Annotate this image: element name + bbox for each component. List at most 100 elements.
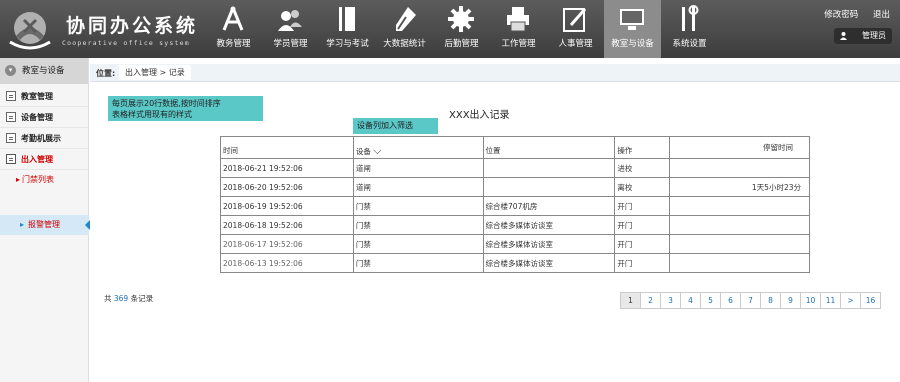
record-count-suffix: 条记录 [130, 294, 154, 303]
cell-time: 2018-06-19 19:52:06 [220, 196, 354, 216]
cell-time: 2018-06-18 19:52:06 [220, 215, 354, 235]
table-row[interactable]: 2018-06-21 19:52:06 道闸 进校 [220, 158, 810, 178]
cell-duration [669, 158, 810, 178]
top-links: 修改密码 退出 [812, 8, 890, 20]
page-button[interactable]: 10 [800, 292, 821, 309]
cell-location: 综合楼707机房 [482, 196, 616, 216]
sidebar-item-equipment[interactable]: 设备管理 [0, 107, 88, 128]
nav-study-exam[interactable]: 学习与考试 [319, 0, 376, 58]
book-icon [339, 7, 355, 31]
cell-action: 开门 [614, 253, 671, 273]
sidebar-item-attendance[interactable]: 考勤机展示 [0, 128, 88, 149]
sidebar-heading[interactable]: ▾ 教室与设备 [0, 58, 88, 84]
nav-label: 学员管理 [273, 39, 308, 49]
cell-location: 综合楼多媒体访谈室 [482, 215, 616, 235]
nav-work[interactable]: 工作管理 [490, 0, 547, 58]
table-row[interactable]: 2018-06-18 19:52:06 门禁 综合楼多媒体访谈室 开门 [220, 215, 810, 235]
page-button[interactable]: 3 [660, 292, 681, 309]
page-button[interactable]: 4 [680, 292, 701, 309]
compass-icon [222, 6, 244, 31]
list-icon [6, 112, 16, 122]
page-button[interactable]: 9 [780, 292, 801, 309]
page-button[interactable]: 2 [640, 292, 661, 309]
sidebar-item-classroom[interactable]: 教室管理 [0, 86, 88, 107]
monitor-icon [620, 9, 644, 30]
page-button[interactable]: 5 [700, 292, 721, 309]
table-row[interactable]: 2018-06-19 19:52:06 门禁 综合楼707机房 开门 [220, 196, 810, 216]
page-title: XXX出入记录 [449, 110, 510, 121]
nav-hr[interactable]: 人事管理 [547, 0, 604, 58]
nav-students[interactable]: 学员管理 [262, 0, 319, 58]
top-header: 协同办公系统 Cooperative office system 教务管理 学员… [0, 0, 900, 58]
nav-system-settings[interactable]: 系统设置 [661, 0, 718, 58]
chevron-down-icon[interactable]: ⌵ [373, 144, 381, 157]
cell-location: 综合楼多媒体访谈室 [482, 234, 616, 254]
page-button[interactable]: 1 [620, 292, 641, 309]
gear-icon [448, 6, 474, 32]
sidebar-item-alarm[interactable]: 报警管理 [0, 215, 90, 235]
col-header-duration-label: 停留时间 [763, 143, 793, 152]
sidebar-item-label: 考勤机展示 [21, 134, 61, 143]
list-icon [6, 154, 16, 164]
printer-icon [507, 7, 529, 32]
cell-location [482, 177, 616, 197]
nav-logistics[interactable]: 后勤管理 [433, 0, 490, 58]
list-icon [6, 133, 16, 143]
cell-device: 道闸 [352, 177, 484, 197]
logout-link[interactable]: 退出 [873, 10, 890, 20]
user-icon [840, 32, 847, 40]
cell-time: 2018-06-20 19:52:06 [220, 177, 354, 197]
cell-location: 综合楼多媒体访谈室 [482, 253, 616, 273]
record-count: 共 369 条记录 [104, 293, 153, 304]
app-title: 协同办公系统 [66, 15, 199, 37]
cell-duration [669, 234, 810, 254]
list-icon [6, 91, 16, 101]
cell-action: 开门 [614, 234, 671, 254]
page-button[interactable]: 8 [760, 292, 781, 309]
table-row[interactable]: 2018-06-20 19:52:06 道闸 离校 1天5小时23分 [220, 177, 810, 197]
nav-label: 人事管理 [558, 39, 593, 49]
emblem-icon [9, 12, 51, 50]
app-subtitle: Cooperative office system [62, 39, 190, 47]
pen-nib-icon [396, 7, 416, 31]
breadcrumb-path[interactable]: 出入管理 > 记录 [119, 65, 191, 80]
sidebar-item-label: 教室管理 [21, 92, 53, 101]
cell-action: 开门 [614, 196, 671, 216]
cell-duration [669, 215, 810, 235]
user-menu-button[interactable]: 管理员 [834, 28, 892, 44]
app-logo: 协同办公系统 Cooperative office system [0, 0, 205, 58]
nav-label: 教务管理 [216, 39, 251, 49]
next-page-button[interactable]: > [840, 292, 861, 309]
user-name: 管理员 [862, 31, 886, 40]
nav-academic[interactable]: 教务管理 [205, 0, 262, 58]
chevron-down-icon: ▾ [5, 65, 16, 76]
cell-device: 门禁 [352, 196, 484, 216]
nav-classroom-equipment[interactable]: 教室与设备 [604, 0, 661, 58]
col-header-device[interactable]: 设备 ⌵ [352, 136, 484, 159]
change-password-link[interactable]: 修改密码 [824, 10, 858, 20]
sidebar-item-label: 出入管理 [21, 155, 53, 164]
page-button[interactable]: 7 [740, 292, 761, 309]
edit-icon [563, 8, 587, 32]
page-button[interactable]: 6 [720, 292, 741, 309]
page-button[interactable]: 11 [820, 292, 841, 309]
cell-action: 进校 [614, 158, 671, 178]
col-header-time: 时间 [220, 136, 354, 159]
nav-big-data[interactable]: 大数据统计 [376, 0, 433, 58]
sidebar-item-label: 设备管理 [21, 113, 53, 122]
records-table: 时间 设备 ⌵ 位置 操作 停留时间 2018-06-21 19:52:06 道… [220, 136, 810, 273]
table-row[interactable]: 2018-06-13 19:52:06 门禁 综合楼多媒体访谈室 开门 [220, 253, 810, 273]
table-row[interactable]: 2018-06-17 19:52:06 门禁 综合楼多媒体访谈室 开门 [220, 234, 810, 254]
nav-label: 系统设置 [672, 39, 707, 49]
col-header-action: 操作 [614, 136, 671, 159]
col-header-location: 位置 [482, 136, 616, 159]
cell-action: 离校 [614, 177, 671, 197]
sidebar-item-access[interactable]: 出入管理 [0, 149, 88, 170]
sidebar-subitem-door-list[interactable]: 门禁列表 [0, 170, 88, 190]
cell-device: 门禁 [352, 215, 484, 235]
cell-action: 开门 [614, 215, 671, 235]
last-page-button[interactable]: 16 [860, 292, 881, 309]
record-count-value: 369 [113, 294, 129, 303]
tools-icon [682, 5, 699, 31]
nav-label: 学习与考试 [326, 39, 369, 49]
